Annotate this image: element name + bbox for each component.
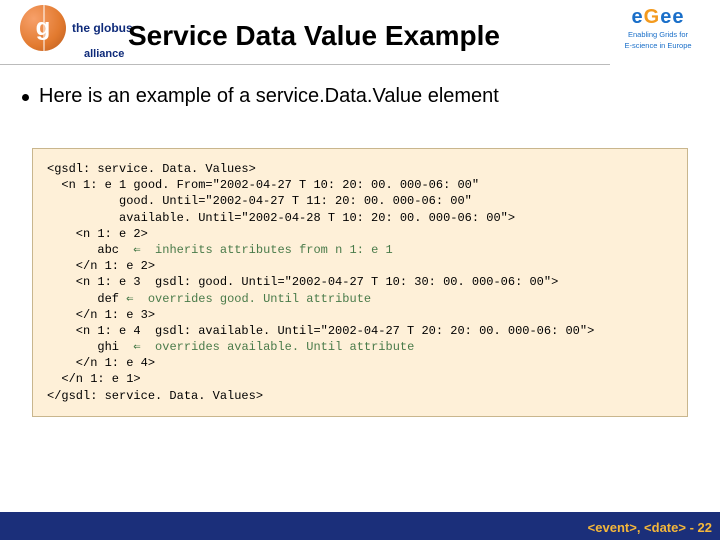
footer-date: <date>	[644, 520, 686, 535]
globus-g-icon: g	[20, 5, 66, 51]
header-band: g the globus alliance Service Data Value…	[0, 0, 720, 70]
page-title: Service Data Value Example	[128, 20, 500, 52]
egee-sub1: Enabling Grids for	[608, 31, 708, 40]
header-divider	[0, 64, 610, 65]
footer-dash: -	[686, 520, 698, 535]
code-comment: overrides good. Until attribute	[133, 292, 371, 306]
code-line: </n 1: e 3>	[47, 308, 155, 322]
code-line: ghi	[47, 340, 133, 354]
footer-meta: <event>, <date> - 22	[588, 520, 712, 535]
code-line: <n 1: e 4 gsdl: available. Until="2002-0…	[47, 324, 594, 338]
code-line: <n 1: e 1 good. From="2002-04-27 T 10: 2…	[47, 178, 479, 192]
code-comment: inherits attributes from n 1: e 1	[141, 243, 393, 257]
code-line: good. Until="2002-04-27 T 11: 20: 00. 00…	[47, 194, 472, 208]
code-line: </n 1: e 1>	[47, 372, 141, 386]
egee-logo: eGee Enabling Grids for E-science in Eur…	[608, 6, 708, 50]
globus-logo: g the globus alliance	[20, 5, 133, 51]
code-line: <n 1: e 3 gsdl: good. Until="2002-04-27 …	[47, 275, 558, 289]
code-comment: overrides available. Until attribute	[141, 340, 415, 354]
footer-sep: ,	[637, 520, 644, 535]
bullet-icon	[22, 94, 29, 101]
code-line: </n 1: e 2>	[47, 259, 155, 273]
code-line: <n 1: e 2>	[47, 227, 148, 241]
footer-band: <event>, <date> - 22	[0, 512, 720, 540]
egee-sub2: E-science in Europe	[608, 42, 708, 51]
egee-letters: eGee	[608, 6, 708, 29]
slide-body: Here is an example of a service.Data.Val…	[0, 85, 720, 512]
code-line: available. Until="2002-04-28 T 10: 20: 0…	[47, 211, 515, 225]
footer-event: <event>	[588, 520, 637, 535]
page-number: 22	[698, 520, 712, 535]
bullet-text: Here is an example of a service.Data.Val…	[39, 85, 499, 108]
code-block: <gsdl: service. Data. Values> <n 1: e 1 …	[32, 148, 688, 417]
arrow-icon: ⇐	[133, 340, 140, 354]
code-line: def	[47, 292, 126, 306]
globus-text-top: the globus	[72, 21, 133, 35]
code-line: <gsdl: service. Data. Values>	[47, 162, 256, 176]
code-line: </n 1: e 4>	[47, 356, 155, 370]
arrow-icon: ⇐	[133, 243, 140, 257]
globus-text-bottom: alliance	[84, 48, 124, 60]
bullet-row: Here is an example of a service.Data.Val…	[22, 85, 698, 108]
code-line: abc	[47, 243, 133, 257]
code-line: </gsdl: service. Data. Values>	[47, 389, 263, 403]
